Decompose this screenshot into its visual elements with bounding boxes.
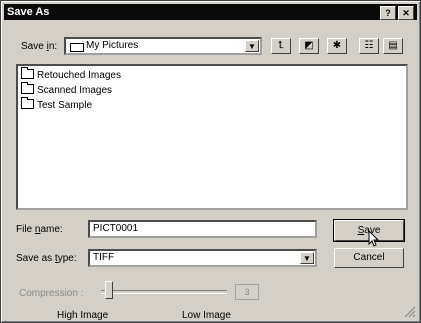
details-view-icon: ▤ (388, 40, 398, 51)
details-view-button[interactable]: ▤ (383, 38, 403, 54)
compression-value: 3 (235, 284, 259, 300)
save-as-dialog: Save As ? ✕ Save in: My Pictures ▼ ⮤ ◩ ✱… (0, 0, 421, 323)
save-as-type-combobox[interactable]: TIFF ▼ (88, 249, 317, 267)
list-item[interactable]: Retouched Images (21, 67, 121, 83)
low-image-label: Low Image (182, 310, 231, 321)
compression-label: Compression : (19, 288, 84, 299)
new-folder-button[interactable]: ✱ (327, 38, 347, 54)
high-image-label: High Image (57, 310, 109, 321)
resize-grip-icon[interactable] (404, 306, 416, 318)
folder-icon (21, 97, 34, 109)
folder-icon (21, 82, 34, 94)
compression-slider-track[interactable] (101, 290, 227, 294)
up-one-level-button[interactable]: ⮤ (271, 38, 291, 54)
save-as-type-label: Save as type: (16, 253, 77, 264)
cancel-button[interactable]: Cancel (334, 248, 404, 268)
list-item[interactable]: Test Sample (21, 97, 92, 113)
save-in-value: My Pictures (86, 40, 139, 51)
file-name-label: File name: (16, 224, 63, 235)
desktop-icon: ◩ (304, 40, 314, 51)
file-name-input[interactable]: PICT0001 (88, 220, 317, 238)
folder-icon (70, 43, 84, 52)
save-as-type-value: TIFF (93, 252, 115, 263)
list-view-button[interactable]: ☷ (359, 38, 379, 54)
close-button[interactable]: ✕ (398, 6, 414, 20)
file-list[interactable]: Retouched Images Scanned Images Test Sam… (16, 64, 408, 210)
up-folder-icon: ⮤ (278, 40, 284, 51)
title-bar[interactable]: Save As ? ✕ (4, 4, 417, 20)
list-item[interactable]: Scanned Images (21, 82, 112, 98)
new-folder-icon: ✱ (332, 40, 342, 51)
save-in-combobox[interactable]: My Pictures ▼ (64, 37, 262, 55)
chevron-down-icon[interactable]: ▼ (300, 252, 314, 264)
folder-icon (21, 67, 34, 79)
chevron-down-icon[interactable]: ▼ (245, 40, 259, 52)
help-button[interactable]: ? (380, 6, 396, 20)
save-in-label: Save in: (21, 41, 58, 52)
mouse-pointer-icon (368, 230, 380, 247)
list-view-icon: ☷ (364, 40, 374, 51)
compression-slider-thumb[interactable] (105, 281, 113, 299)
window-title: Save As (7, 6, 50, 18)
desktop-button[interactable]: ◩ (299, 38, 319, 54)
